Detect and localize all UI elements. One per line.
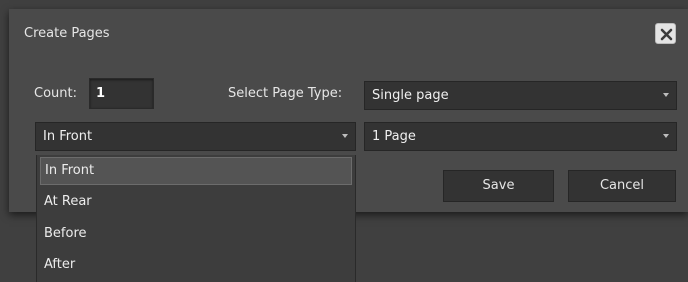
- position-dropdown-list: In Front At Rear Before After: [36, 155, 356, 282]
- page-type-label: Select Page Type:: [228, 86, 343, 101]
- page-backdrop: Create Pages Count: Select Page Type: Si…: [0, 0, 688, 282]
- chevron-down-icon: [663, 93, 669, 97]
- dropdown-option-after[interactable]: After: [40, 252, 352, 280]
- dropdown-option-at-rear[interactable]: At Rear: [40, 189, 352, 217]
- close-x-icon: [660, 28, 673, 41]
- position-select[interactable]: In Front: [35, 122, 356, 151]
- page-type-selected-value: Single page: [372, 88, 449, 103]
- cancel-button[interactable]: Cancel: [568, 170, 676, 202]
- pages-count-select[interactable]: 1 Page: [364, 122, 677, 151]
- chevron-down-icon: [663, 134, 669, 138]
- chevron-down-icon: [342, 134, 348, 138]
- count-label: Count:: [34, 86, 77, 101]
- pages-count-selected-value: 1 Page: [372, 129, 416, 144]
- page-type-select[interactable]: Single page: [364, 81, 677, 110]
- dialog-title: Create Pages: [24, 26, 110, 41]
- save-button[interactable]: Save: [443, 170, 554, 202]
- dropdown-option-before[interactable]: Before: [40, 221, 352, 249]
- position-selected-value: In Front: [43, 129, 93, 144]
- close-button[interactable]: [655, 23, 676, 44]
- dialog-titlebar: Create Pages: [9, 9, 688, 57]
- dropdown-option-in-front[interactable]: In Front: [40, 157, 352, 185]
- count-input[interactable]: [89, 78, 154, 109]
